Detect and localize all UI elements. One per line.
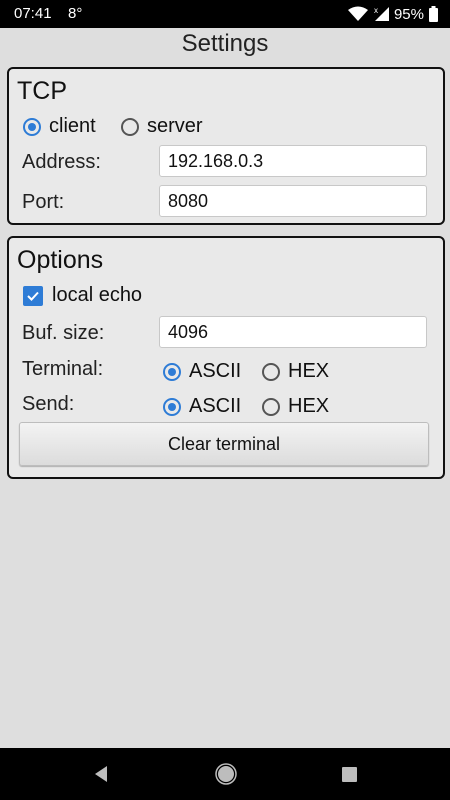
mode-radio-client-label: client [49,115,96,137]
tcp-panel-title: TCP [17,77,67,105]
send-radio-ascii[interactable]: ASCII [163,395,241,418]
status-temperature: 8° [68,5,83,22]
radio-selected-icon [163,362,181,381]
status-time: 07:41 [14,5,52,22]
terminal-radio-ascii[interactable]: ASCII [163,360,241,383]
port-field[interactable]: 8080 [159,185,427,217]
clear-terminal-button[interactable]: Clear terminal [19,422,429,466]
local-echo-checkbox[interactable]: local echo [23,284,142,307]
radio-unselected-icon [121,117,139,136]
mode-radio-server[interactable]: server [121,115,203,138]
page-title: Settings [181,30,269,57]
radio-selected-icon [163,397,181,416]
terminal-radio-hex[interactable]: HEX [262,360,329,383]
navigation-bar [0,748,450,800]
port-label: Port: [22,191,65,213]
terminal-radio-ascii-label: ASCII [189,360,242,382]
signal-icon: x [373,6,389,22]
address-label: Address: [22,151,101,173]
terminal-label: Terminal: [22,358,104,380]
home-icon[interactable] [214,762,238,791]
terminal-radio-hex-label: HEX [288,360,330,382]
buf-size-field[interactable]: 4096 [159,316,427,348]
status-bar: 07:41 8° x 95% [0,0,450,28]
local-echo-label: local echo [52,284,143,306]
back-icon[interactable] [90,762,110,791]
radio-unselected-icon [262,362,280,381]
checkbox-checked-icon [23,285,43,306]
radio-unselected-icon [262,397,280,416]
wifi-icon [347,6,368,22]
options-panel-title: Options [17,246,104,274]
send-radio-hex[interactable]: HEX [262,395,329,418]
tcp-panel: TCP client server Address: 192.168.0.3 P… [7,67,445,225]
mode-radio-client[interactable]: client [23,115,96,138]
recents-icon[interactable] [339,762,361,791]
buf-size-label: Buf. size: [22,322,105,344]
radio-selected-icon [23,117,41,136]
send-radio-ascii-label: ASCII [189,395,242,417]
options-panel: Options local echo Buf. size: 4096 Termi… [7,236,445,479]
send-label: Send: [22,393,75,415]
send-radio-hex-label: HEX [288,395,330,417]
status-icons: x 95% [347,4,438,24]
mode-radio-server-label: server [147,115,203,137]
address-field[interactable]: 192.168.0.3 [159,145,427,177]
svg-text:x: x [374,6,378,15]
battery-icon [429,6,438,22]
status-battery-percent: 95% [393,5,424,23]
